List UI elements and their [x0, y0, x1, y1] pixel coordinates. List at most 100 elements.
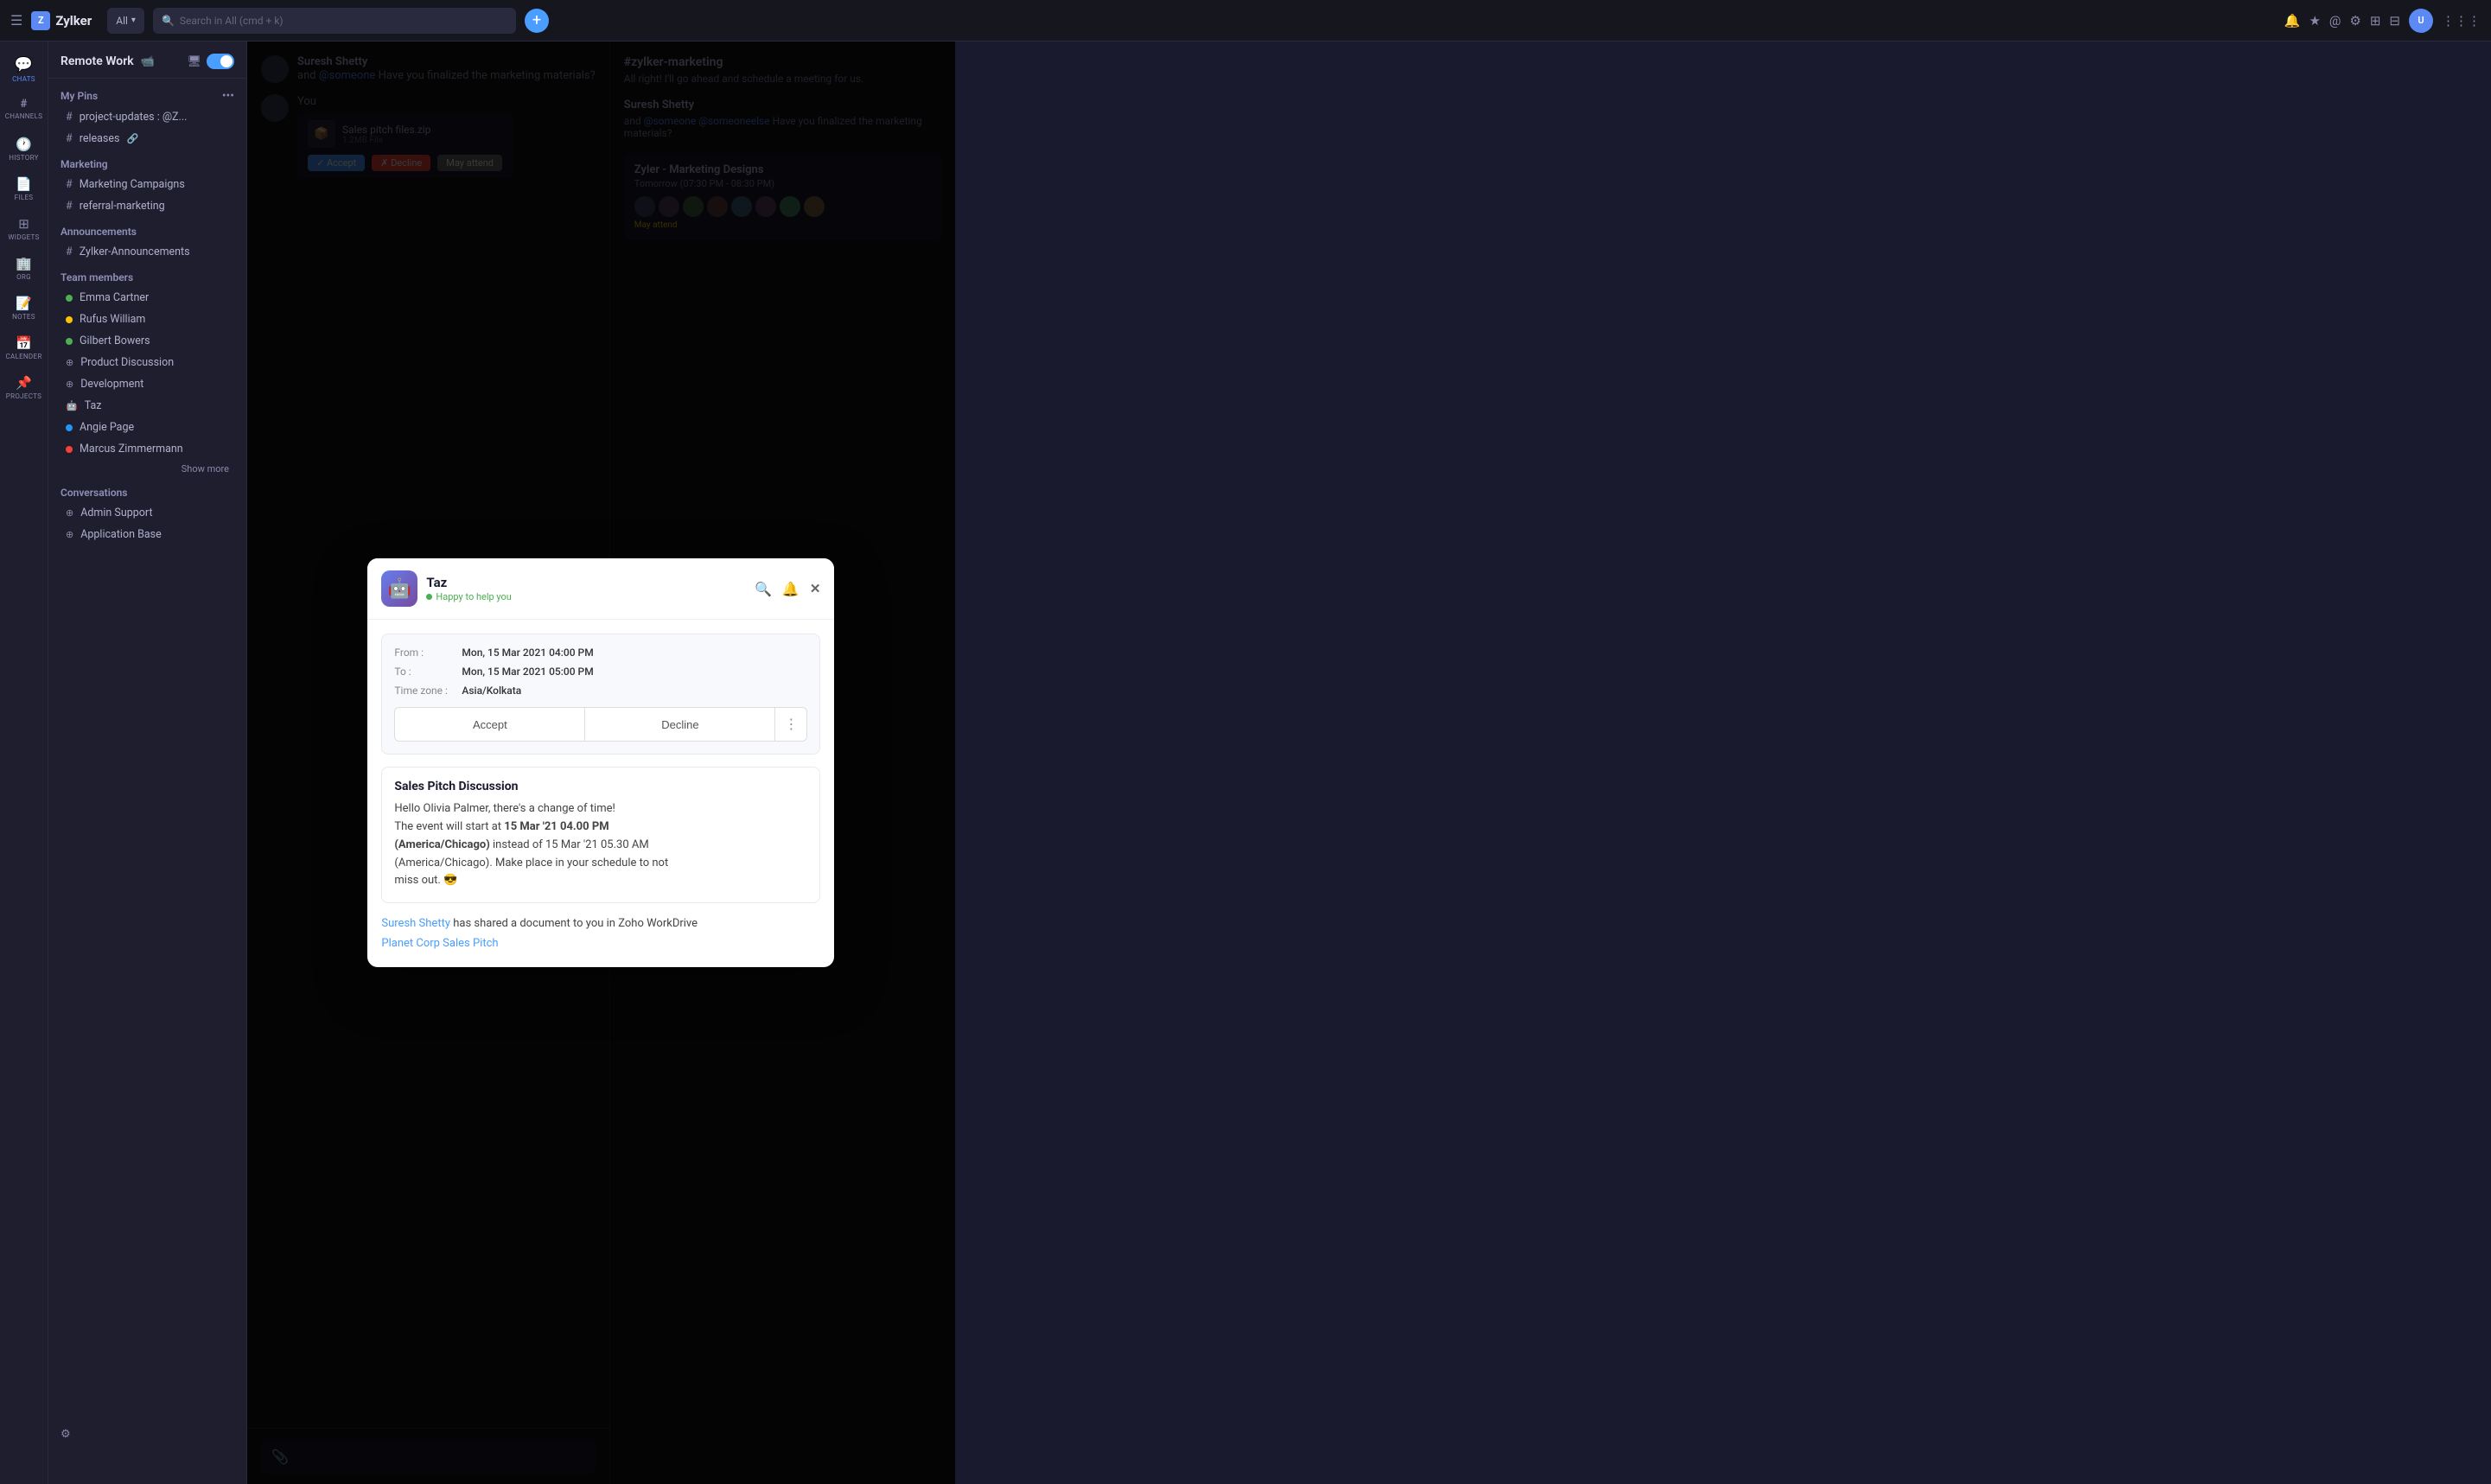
timezone-label: Time zone :	[394, 685, 456, 697]
sidebar-item-emma[interactable]: Emma Cartner	[54, 287, 241, 309]
notes-icon: 📝	[16, 296, 32, 311]
workdrive-sender-link[interactable]: Suresh Shetty	[381, 917, 450, 930]
sidebar-item-angie[interactable]: Angie Page	[54, 417, 241, 438]
accept-button[interactable]: Accept	[395, 708, 585, 741]
show-more-button[interactable]: Show more	[48, 460, 246, 478]
releases-label: releases	[80, 132, 120, 145]
user-avatar[interactable]: U	[2409, 9, 2433, 33]
chevron-down-icon: ▾	[131, 16, 136, 25]
logo-icon: Z	[31, 11, 50, 30]
zylker-announcements-label: Zylker-Announcements	[80, 245, 190, 258]
taz-icon: 🤖	[66, 400, 78, 411]
workdrive-file-link[interactable]: Planet Corp Sales Pitch	[381, 935, 820, 953]
rail-item-widgets[interactable]: ⊞ WIDGETS	[5, 209, 43, 247]
mention-icon[interactable]: @	[2329, 13, 2341, 29]
announcements-group-label: Announcements	[48, 217, 246, 241]
sidebar-item-marcus[interactable]: Marcus Zimmermann	[54, 438, 241, 460]
top-bar: ☰ Z Zylker All ▾ 🔍 Search in All (cmd + …	[0, 0, 2491, 41]
marketing-campaigns-label: Marketing Campaigns	[80, 178, 185, 191]
sidebar-item-taz[interactable]: 🤖 Taz	[54, 395, 241, 417]
hamburger-icon[interactable]: ☰	[10, 12, 22, 29]
layout-icon[interactable]: ⊟	[2389, 13, 2400, 29]
modal-search-icon[interactable]: 🔍	[755, 581, 772, 597]
rail-item-channels[interactable]: # CHANNELS	[5, 90, 43, 128]
sales-line3-suffix: instead of 15 Mar '21 05.30 AM	[490, 838, 649, 851]
modal-header-info: Taz Happy to help you	[426, 575, 746, 602]
sidebar-item-marketing-campaigns[interactable]: # Marketing Campaigns	[54, 174, 241, 195]
decline-button[interactable]: Decline	[585, 708, 775, 741]
rail-item-projects[interactable]: 📌 PROJECTS	[5, 368, 43, 406]
sidebar-item-project-updates[interactable]: # project-updates : @Z...	[54, 106, 241, 128]
my-pins-section: My Pins ••• # project-updates : @Z... # …	[48, 79, 246, 150]
apps-icon[interactable]: ⋮⋮⋮	[2442, 13, 2481, 29]
sidebar-item-releases[interactable]: # releases 🔗	[54, 128, 241, 150]
search-bar[interactable]: 🔍 Search in All (cmd + k)	[153, 8, 516, 34]
more-options-button[interactable]: ⋮	[775, 708, 806, 741]
channels-icon: #	[21, 98, 28, 111]
application-base-icon: ⊕	[66, 529, 73, 540]
taz-bot-avatar: 🤖	[381, 570, 417, 607]
calendar-icon: 📅	[16, 335, 32, 351]
rufus-status-dot	[66, 316, 73, 323]
monitor-icon: 🖥	[187, 55, 201, 68]
history-icon: 🕐	[16, 137, 32, 152]
conversations-section: Conversations ⊕ Admin Support ⊕ Applicat…	[48, 478, 246, 545]
search-filter-dropdown[interactable]: All ▾	[107, 8, 144, 34]
link-icon: 🔗	[126, 133, 138, 144]
add-button[interactable]: +	[525, 9, 549, 33]
angie-label: Angie Page	[80, 421, 134, 434]
rail-item-org[interactable]: 🏢 ORG	[5, 249, 43, 287]
admin-support-label: Admin Support	[80, 506, 152, 519]
sidebar: Remote Work 📹 🖥 My Pins ••• # project-up…	[48, 41, 247, 1484]
sidebar-item-development[interactable]: ⊕ Development	[54, 373, 241, 395]
video-icon[interactable]: 📹	[141, 55, 155, 68]
from-value: Mon, 15 Mar 2021 04:00 PM	[462, 646, 593, 659]
admin-support-icon: ⊕	[66, 507, 73, 519]
workdrive-message: has shared a document to you in Zoho Wor…	[453, 917, 698, 930]
conversations-label: Conversations	[48, 478, 246, 502]
rail-item-history[interactable]: 🕐 HISTORY	[5, 130, 43, 168]
toggle-switch[interactable]	[207, 54, 234, 69]
notification-icon[interactable]: 🔔	[2284, 13, 2301, 29]
more-icon[interactable]: •••	[222, 89, 234, 103]
modal-body: From : Mon, 15 Mar 2021 04:00 PM To : Mo…	[367, 620, 834, 967]
modal-bell-icon[interactable]: 🔔	[782, 581, 800, 597]
sidebar-item-referral-marketing[interactable]: # referral-marketing	[54, 195, 241, 217]
gear-icon[interactable]: ⚙	[2349, 13, 2360, 29]
rail-item-files[interactable]: 📄 FILES	[5, 169, 43, 207]
marcus-label: Marcus Zimmermann	[80, 443, 183, 455]
taz-label: Taz	[85, 399, 102, 412]
gilbert-status-dot	[66, 338, 73, 345]
modal: 🤖 Taz Happy to help you 🔍 🔔 ✕	[367, 558, 834, 967]
grid-view-icon[interactable]: ⊞	[2370, 13, 2381, 29]
application-base-label: Application Base	[80, 528, 162, 541]
files-label: FILES	[15, 194, 34, 201]
my-pins-label: My Pins	[61, 90, 98, 102]
rail-item-calendar[interactable]: 📅 CALENDER	[5, 328, 43, 366]
star-icon[interactable]: ★	[2309, 13, 2320, 29]
search-icon: 🔍	[162, 15, 175, 27]
sales-line1: Hello Olivia Palmer, there's a change of…	[394, 802, 615, 815]
sidebar-item-application-base[interactable]: ⊕ Application Base	[54, 524, 241, 545]
emma-label: Emma Cartner	[80, 291, 149, 304]
sales-line3-prefix: (America/Chicago)	[394, 838, 489, 851]
sidebar-item-rufus[interactable]: Rufus William	[54, 309, 241, 330]
icon-rail: 💬 CHATS # CHANNELS 🕐 HISTORY 📄 FILES ⊞ W…	[0, 41, 48, 1484]
sidebar-item-zylker-announcements[interactable]: # Zylker-Announcements	[54, 241, 241, 263]
sidebar-footer[interactable]: ⚙	[48, 1419, 246, 1449]
sidebar-item-admin-support[interactable]: ⊕ Admin Support	[54, 502, 241, 524]
workdrive-share: Suresh Shetty has shared a document to y…	[381, 915, 820, 953]
invite-card: From : Mon, 15 Mar 2021 04:00 PM To : Mo…	[381, 634, 820, 755]
product-discussion-label: Product Discussion	[80, 356, 174, 369]
modal-header-actions: 🔍 🔔 ✕	[755, 581, 820, 597]
team-members-section: Team members Emma Cartner Rufus William …	[48, 263, 246, 460]
sales-line2-bold: 15 Mar '21 04.00 PM	[504, 820, 608, 833]
sidebar-item-gilbert[interactable]: Gilbert Bowers	[54, 330, 241, 352]
rail-item-notes[interactable]: 📝 NOTES	[5, 289, 43, 327]
to-value: Mon, 15 Mar 2021 05:00 PM	[462, 666, 593, 678]
modal-close-button[interactable]: ✕	[810, 581, 821, 597]
rail-item-chats[interactable]: 💬 CHATS	[5, 50, 43, 88]
sidebar-item-product-discussion[interactable]: ⊕ Product Discussion	[54, 352, 241, 373]
marketing-group-label: Marketing	[48, 150, 246, 174]
development-label: Development	[80, 378, 143, 391]
